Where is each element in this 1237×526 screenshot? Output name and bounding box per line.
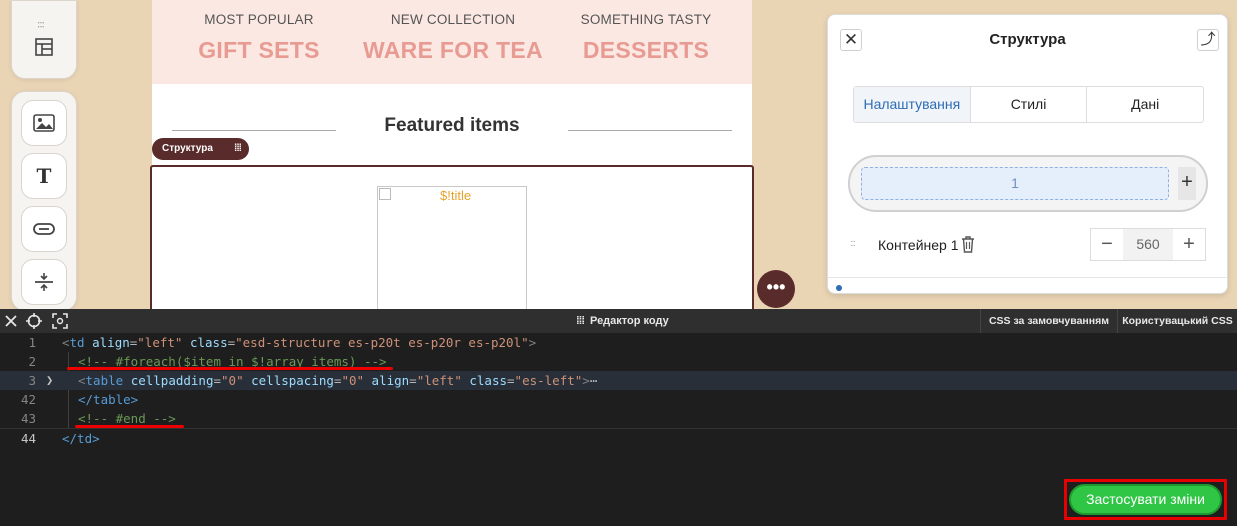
columns-control: 1 + [848, 155, 1208, 212]
category-title: GIFT SETS [198, 37, 320, 63]
trash-icon[interactable] [960, 235, 976, 253]
image-alt-text: $!title [440, 188, 472, 203]
scroll-indicator [836, 285, 842, 291]
button-block-button[interactable] [21, 206, 67, 252]
category-subtitle: SOMETHING TASTY [580, 12, 712, 27]
spacer-icon [35, 273, 53, 291]
highlight-underline [67, 367, 393, 370]
code-text: </table> [78, 392, 139, 407]
category-title: WARE FOR TEA [363, 37, 543, 63]
code-text: <td align="left" class="esd-structure es… [62, 335, 537, 350]
add-column-button[interactable]: + [1178, 167, 1196, 200]
category-title: DESSERTS [582, 37, 710, 63]
tab-custom-css[interactable]: Користувацький CSS [1117, 309, 1237, 333]
editor-toolbar: ⁞⁞⁞ Редактор коду CSS за замовчуванням Ко… [0, 309, 1237, 333]
fold-chevron-icon[interactable]: ❯ [46, 371, 53, 390]
structure-pill[interactable]: Структура ⁞⁞⁞ [152, 138, 249, 160]
divider [828, 277, 1227, 278]
featured-heading[interactable]: Featured items [152, 115, 752, 137]
category-subtitle: NEW COLLECTION [390, 12, 516, 27]
code-line: 43 <!-- #end --> [0, 409, 1237, 428]
editor-title[interactable]: ⁞⁞⁞ Редактор коду [576, 309, 669, 333]
tab-default-css[interactable]: CSS за замовчуванням [980, 309, 1117, 333]
select-parent-icon[interactable]: ⤴ [1197, 29, 1219, 51]
toolbar-blocks: T [11, 91, 77, 311]
tab-settings[interactable]: Налаштування [854, 87, 970, 122]
spacer-block-button[interactable] [21, 259, 67, 305]
code-editor: ⁞⁞⁞ Редактор коду CSS за замовчуванням Ко… [0, 309, 1237, 526]
drag-handle-icon[interactable]: ⁞⁞⁞ [234, 138, 242, 160]
line-number: 42 [20, 392, 36, 407]
panel-title: Структура [989, 31, 1066, 48]
drag-handle-icon[interactable]: ∙∙∙ ∙∙∙ [850, 237, 855, 250]
container-width-input[interactable]: 560 [1123, 229, 1173, 260]
increase-button[interactable]: + [1173, 229, 1205, 260]
image-block-button[interactable] [21, 100, 67, 146]
line-number: 43 [20, 411, 36, 426]
code-line: 1 <td align="left" class="esd-structure … [0, 333, 1237, 352]
column-1[interactable]: 1 [861, 167, 1169, 200]
text-block-button[interactable]: T [21, 153, 67, 199]
toolbar-structure-group: ∙∙∙ ∙∙∙ [11, 0, 77, 79]
close-icon[interactable] [2, 312, 20, 330]
tab-styles[interactable]: Стилі [969, 87, 1087, 122]
fullscreen-icon[interactable] [51, 312, 69, 330]
text-icon: T [36, 164, 52, 188]
panel-tabs: Налаштування Стилі Дані [853, 86, 1204, 123]
image-icon [33, 114, 55, 132]
code-line: 3 ❯ <table cellpadding="0" cellspacing="… [0, 371, 1237, 390]
more-options-button[interactable]: ••• [757, 270, 795, 308]
line-number: 1 [28, 335, 36, 350]
line-number: 44 [20, 431, 36, 446]
structures-icon[interactable] [34, 37, 54, 57]
code-text: </td> [62, 431, 100, 446]
editor-title-label: Редактор коду [590, 315, 669, 327]
structure-pill-label: Структура [162, 143, 213, 154]
drag-handle-icon: ⁞⁞⁞ [576, 315, 585, 327]
line-number: 2 [28, 354, 36, 369]
line-number: 3 [28, 373, 36, 388]
code-text: <table cellpadding="0" cellspacing="0" a… [78, 373, 598, 388]
apply-changes-button[interactable]: Застосувати зміни [1069, 484, 1222, 515]
code-line: 42 </table> [0, 390, 1237, 409]
button-icon [33, 223, 55, 235]
drag-handle-icon[interactable]: ∙∙∙ ∙∙∙ [37, 16, 45, 32]
decrease-button[interactable]: − [1091, 229, 1123, 260]
tab-data[interactable]: Дані [1086, 87, 1203, 122]
container-label: Контейнер 1 [878, 237, 959, 253]
broken-image-icon [379, 188, 391, 200]
container-width-stepper: − 560 + [1090, 228, 1206, 261]
structure-panel: ✕ Структура ⤴ Налаштування Стилі Дані 1 … [827, 14, 1228, 294]
category-subtitle: MOST POPULAR [204, 12, 314, 27]
target-icon[interactable] [25, 312, 43, 330]
image-placeholder[interactable]: $!title [377, 186, 527, 311]
code-line: 44 </td> [0, 428, 1237, 447]
category-banner: MOST POPULAR GIFT SETS NEW COLLECTION WA… [152, 0, 752, 84]
